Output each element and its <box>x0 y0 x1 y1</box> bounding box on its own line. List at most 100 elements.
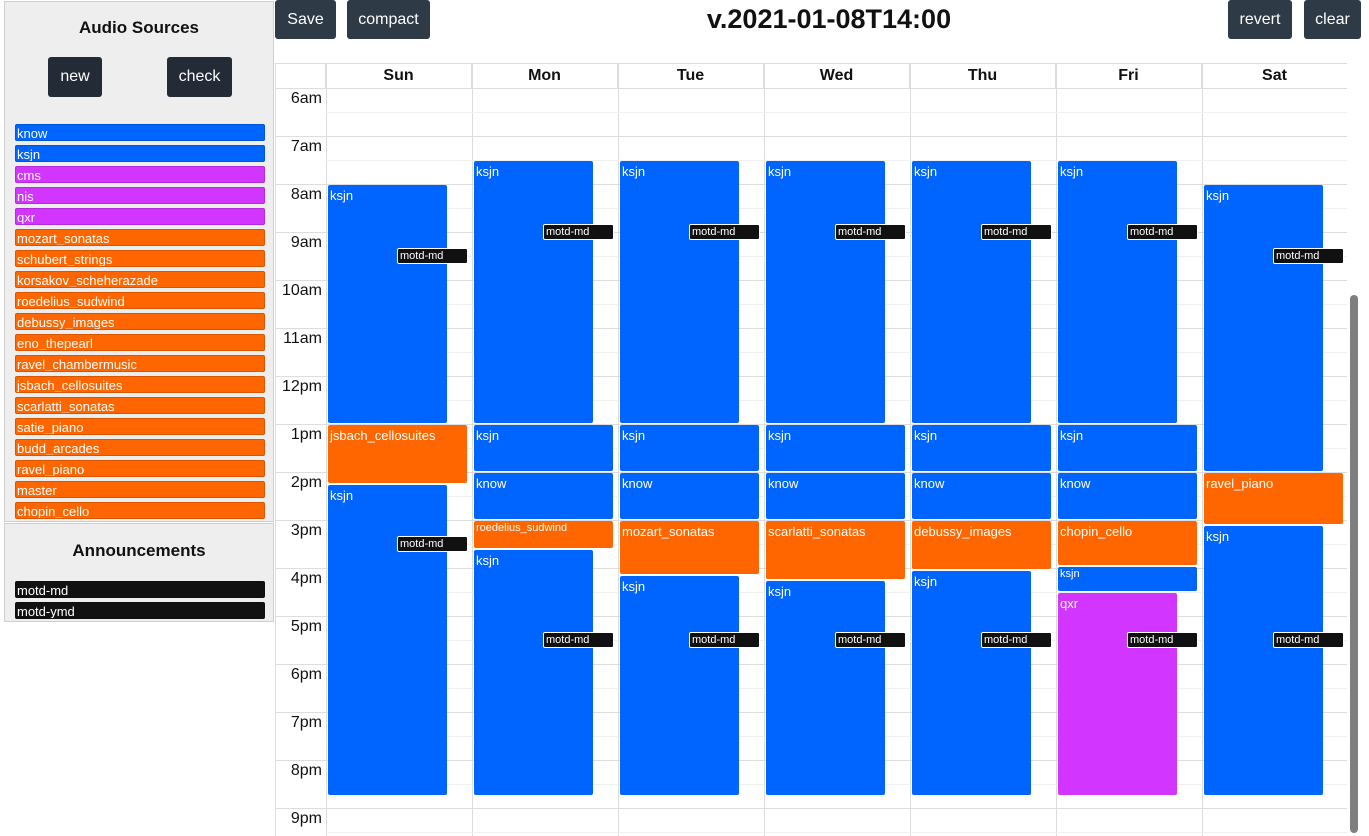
audio-source-item[interactable]: roedelius_sudwind <box>15 292 265 309</box>
time-label: 10am <box>281 282 322 299</box>
day-header-tue: Tue <box>618 64 764 88</box>
day-column-divider <box>764 64 765 836</box>
compact-button[interactable]: compact <box>347 0 430 39</box>
announcement-event[interactable]: motd-md <box>981 632 1052 648</box>
new-button[interactable]: new <box>48 57 102 97</box>
announcement-event[interactable]: motd-md <box>981 224 1052 240</box>
announcement-item[interactable]: motd-md <box>15 581 265 598</box>
calendar-event[interactable]: ksjn <box>474 425 613 471</box>
announcement-event[interactable]: motd-md <box>689 224 760 240</box>
announcement-event[interactable]: motd-md <box>397 536 468 552</box>
calendar-event[interactable]: roedelius_sudwind <box>474 521 613 548</box>
calendar-event[interactable]: ksjn <box>474 549 593 795</box>
announcement-event[interactable]: motd-md <box>835 224 906 240</box>
announcement-event[interactable]: motd-md <box>543 632 614 648</box>
time-label: 3pm <box>290 522 322 539</box>
day-column-divider <box>618 64 619 836</box>
day-header-wed: Wed <box>764 64 910 88</box>
calendar-event[interactable]: know <box>474 473 613 519</box>
week-calendar[interactable]: Sun Mon Tue Wed Thu Fri Sat 6am 7am 8am 9am 10am 11a… <box>275 63 1347 836</box>
clear-button[interactable]: clear <box>1304 0 1361 39</box>
calendar-event[interactable]: ksjn <box>1204 185 1323 471</box>
audio-source-item[interactable]: qxr <box>15 208 265 225</box>
audio-source-item[interactable]: ksjn <box>15 145 265 162</box>
calendar-event[interactable]: ksjn <box>620 576 739 795</box>
audio-source-item[interactable]: korsakov_scheherazade <box>15 271 265 288</box>
time-label: 6am <box>290 90 322 107</box>
calendar-event[interactable]: know <box>620 473 759 519</box>
time-label: 1pm <box>290 426 322 443</box>
calendar-event[interactable]: ksjn <box>766 425 905 471</box>
announcement-event[interactable]: motd-md <box>543 224 614 240</box>
audio-source-item[interactable]: scarlatti_sonatas <box>15 397 265 414</box>
announcement-event[interactable]: motd-md <box>835 632 906 648</box>
calendar-event[interactable]: ravel_piano <box>1204 473 1343 524</box>
audio-source-item[interactable]: schubert_strings <box>15 250 265 267</box>
time-label: 11am <box>283 330 322 347</box>
announcement-list: motd-md motd-ymd <box>15 581 265 623</box>
check-button[interactable]: check <box>167 57 232 97</box>
save-button[interactable]: Save <box>275 0 336 39</box>
time-label: 4pm <box>290 570 322 587</box>
calendar-event[interactable]: know <box>912 473 1051 519</box>
calendar-event[interactable]: know <box>766 473 905 519</box>
time-label: 12pm <box>281 378 322 395</box>
time-label: 5pm <box>290 618 322 635</box>
calendar-event[interactable]: ksjn <box>766 581 885 795</box>
header-divider <box>276 88 1347 89</box>
calendar-event[interactable]: ksjn <box>912 161 1031 423</box>
day-header-sat: Sat <box>1202 64 1347 88</box>
calendar-event[interactable]: ksjn <box>328 485 447 795</box>
audio-source-item[interactable]: know <box>15 124 265 141</box>
time-label: 6pm <box>290 666 322 683</box>
audio-source-item[interactable]: satie_piano <box>15 418 265 435</box>
audio-source-item[interactable]: jsbach_cellosuites <box>15 376 265 393</box>
audio-source-item[interactable]: ravel_piano <box>15 460 265 477</box>
audio-source-item[interactable]: nis <box>15 187 265 204</box>
day-column-divider <box>1202 64 1203 836</box>
audio-source-item[interactable]: budd_arcades <box>15 439 265 456</box>
calendar-event[interactable]: ksjn <box>620 161 739 423</box>
audio-source-item[interactable]: ravel_chambermusic <box>15 355 265 372</box>
audio-source-item[interactable]: eno_thepearl <box>15 334 265 351</box>
time-label: 9am <box>290 234 322 251</box>
audio-source-item[interactable]: cms <box>15 166 265 183</box>
announcement-event[interactable]: motd-md <box>1127 224 1198 240</box>
calendar-event[interactable]: ksjn <box>1058 566 1197 591</box>
revert-button[interactable]: revert <box>1228 0 1292 39</box>
calendar-event[interactable]: ksjn <box>1058 161 1177 423</box>
calendar-event[interactable]: ksjn <box>1204 525 1323 795</box>
calendar-event[interactable]: debussy_images <box>912 521 1051 570</box>
calendar-event[interactable]: ksjn <box>766 161 885 423</box>
calendar-event[interactable]: ksjn <box>912 571 1031 795</box>
calendar-event[interactable]: ksjn <box>620 425 759 471</box>
day-column-divider <box>326 64 327 836</box>
half-hour-gridline <box>326 112 1347 113</box>
time-label: 7pm <box>290 714 322 731</box>
calendar-event[interactable]: scarlatti_sonatas <box>766 521 905 579</box>
audio-source-item[interactable]: chopin_cello <box>15 502 265 519</box>
calendar-event[interactable]: ksjn <box>474 161 593 423</box>
calendar-scrollbar[interactable] <box>1350 295 1358 833</box>
calendar-event[interactable]: qxr <box>1058 593 1177 795</box>
audio-source-item[interactable]: master <box>15 481 265 498</box>
calendar-event[interactable]: ksjn <box>328 185 447 423</box>
day-header-thu: Thu <box>910 64 1056 88</box>
announcement-event[interactable]: motd-md <box>397 248 468 264</box>
audio-source-item[interactable]: mozart_sonatas <box>15 229 265 246</box>
calendar-event[interactable]: know <box>1058 473 1197 519</box>
announcement-event[interactable]: motd-md <box>1273 248 1344 264</box>
announcement-event[interactable]: motd-md <box>689 632 760 648</box>
announcement-event[interactable]: motd-md <box>1273 632 1344 648</box>
announcement-item[interactable]: motd-ymd <box>15 602 265 619</box>
version-title: v.2021-01-08T14:00 <box>706 4 952 34</box>
calendar-event[interactable]: chopin_cello <box>1058 521 1197 565</box>
calendar-event[interactable]: jsbach_cellosuites <box>328 425 467 483</box>
audio-source-item[interactable]: debussy_images <box>15 313 265 330</box>
announcement-event[interactable]: motd-md <box>1127 632 1198 648</box>
announcements-panel: Announcements motd-md motd-ymd <box>4 523 274 622</box>
calendar-event[interactable]: ksjn <box>912 425 1051 471</box>
calendar-event[interactable]: mozart_sonatas <box>620 521 759 575</box>
calendar-event[interactable]: ksjn <box>1058 425 1197 471</box>
day-column-divider <box>1056 64 1057 836</box>
